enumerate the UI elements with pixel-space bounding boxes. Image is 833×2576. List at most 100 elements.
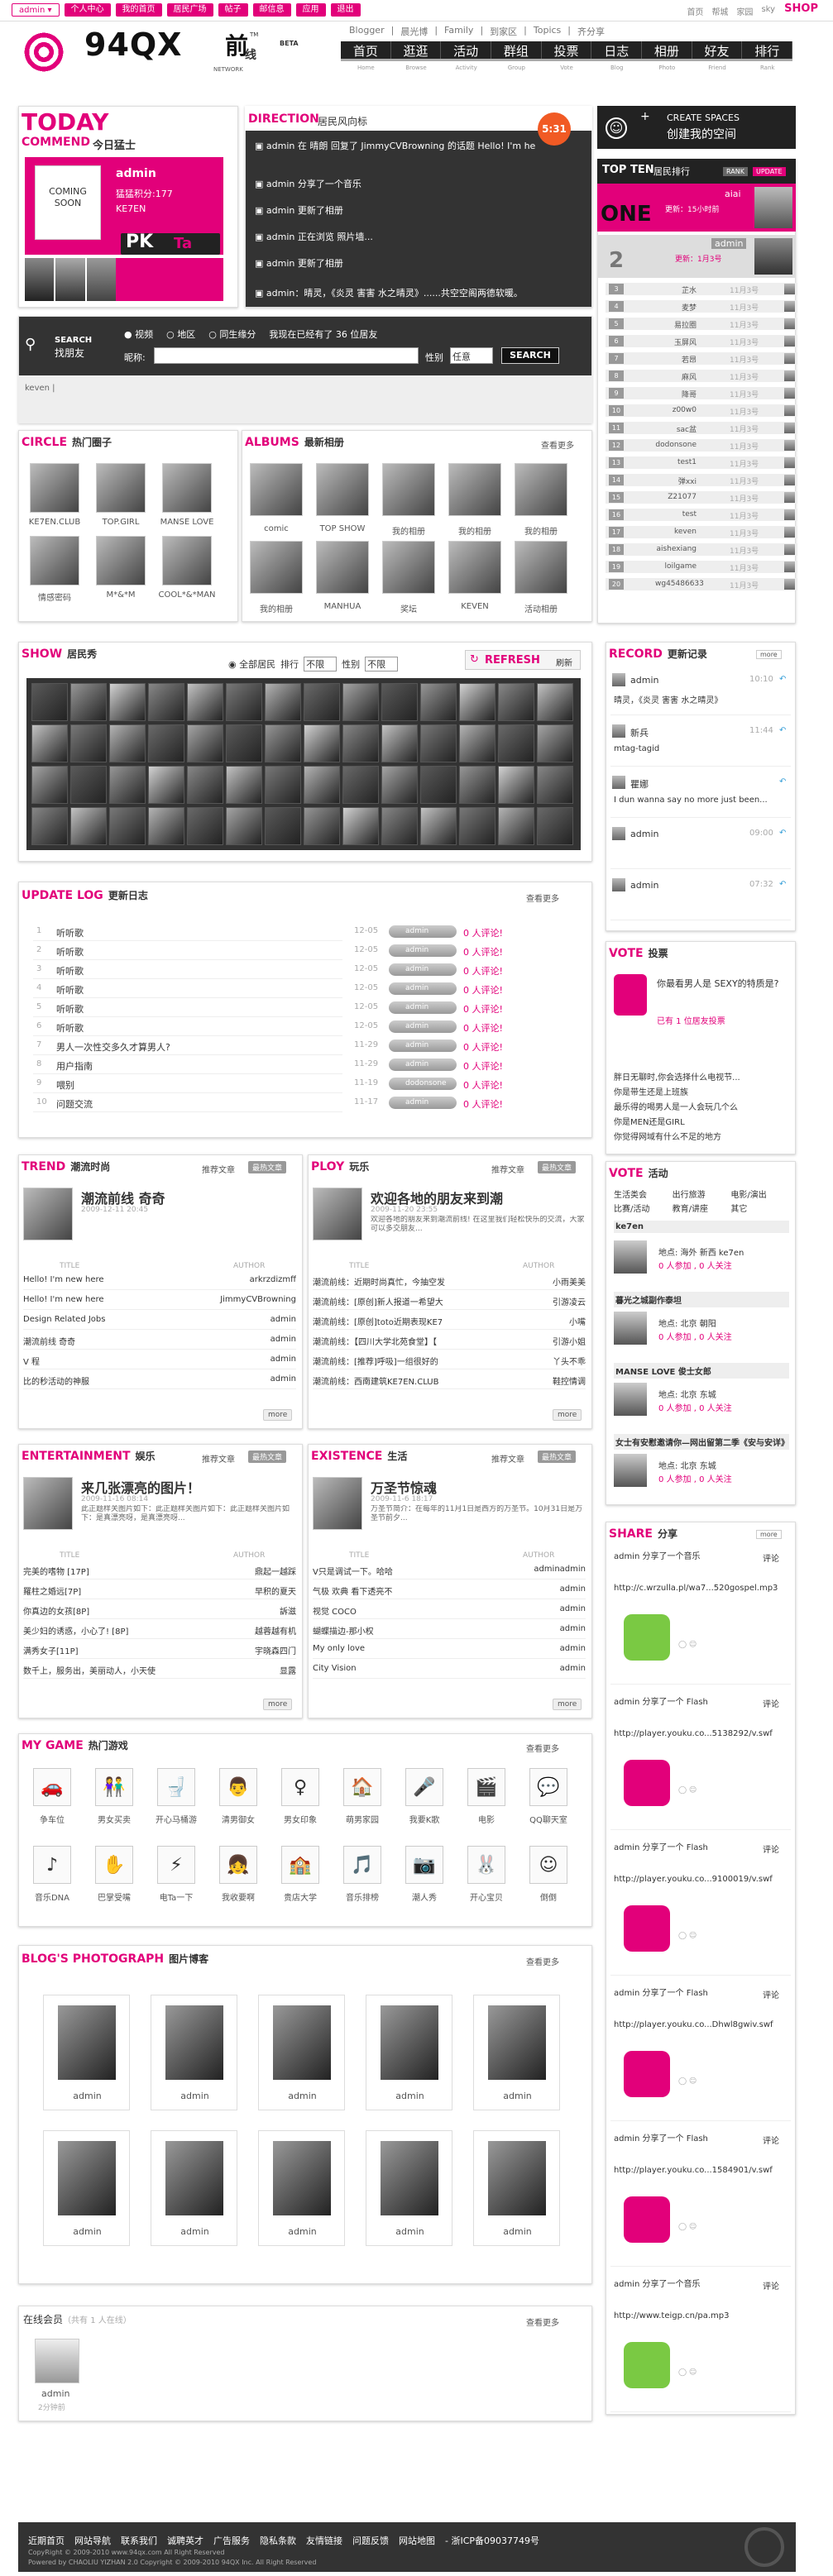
share-comment[interactable]: 评论: [763, 2134, 791, 2146]
photo-image[interactable]: [58, 2141, 116, 2215]
game-more[interactable]: 查看更多: [526, 1742, 559, 1754]
ploy-row-author[interactable]: 引游小姐: [495, 1335, 586, 1347]
show-avatar[interactable]: [381, 766, 418, 804]
game-icon[interactable]: 📷: [405, 1846, 443, 1884]
footer-link[interactable]: 友情链接: [306, 2534, 342, 2547]
log-user[interactable]: admin: [389, 1001, 457, 1014]
album-thumb[interactable]: [448, 541, 501, 594]
game-name[interactable]: 开心宝贝: [456, 1890, 517, 1903]
entertainment-row-title[interactable]: 你真边的女孩[8P]: [23, 1604, 205, 1617]
circle-thumb[interactable]: [162, 536, 212, 585]
photo-image[interactable]: [165, 2005, 223, 2080]
entertainment-tab-recommend[interactable]: 推荐文章: [202, 1452, 243, 1465]
show-avatar[interactable]: [187, 683, 223, 721]
photo-image[interactable]: [165, 2141, 223, 2215]
show-avatar[interactable]: [537, 766, 573, 804]
entertainment-row-title[interactable]: 满秀女子[11P]: [23, 1644, 205, 1656]
record-avatar[interactable]: [612, 878, 625, 891]
nav-photo[interactable]: 相册: [642, 41, 692, 59]
game-icon[interactable]: ✋: [95, 1846, 133, 1884]
show-avatar[interactable]: [265, 766, 301, 804]
footer-link[interactable]: 近期首页: [28, 2534, 65, 2547]
game-name[interactable]: 我要K歌: [394, 1813, 455, 1825]
log-comments[interactable]: 0 人评论!: [463, 945, 538, 958]
record-name[interactable]: 新兵: [630, 726, 713, 739]
share-media-icon[interactable]: [624, 1905, 670, 1952]
log-title[interactable]: 听听歌: [56, 1002, 338, 1016]
photo-frame[interactable]: admin: [151, 1995, 237, 2110]
photo-frame[interactable]: admin: [151, 2130, 237, 2246]
show-avatar[interactable]: [537, 807, 573, 845]
photo-author[interactable]: admin: [366, 2091, 453, 2101]
rank-name[interactable]: test1: [655, 458, 697, 466]
trend-row-title[interactable]: 潮流前线 奇奇: [23, 1335, 205, 1347]
rank-row[interactable]: 17 keven 11月3号: [606, 526, 797, 538]
log-user[interactable]: admin: [389, 1059, 457, 1071]
rank-row[interactable]: 9 降哥 11月3号: [606, 387, 797, 399]
rank-row[interactable]: 15 Z21077 11月3号: [606, 491, 797, 504]
circle-thumb[interactable]: [96, 463, 146, 513]
vote-item[interactable]: 你是MEN还是GIRL: [614, 1115, 791, 1127]
rank-name[interactable]: dodonsone: [655, 441, 697, 449]
nav-group[interactable]: 群组: [491, 41, 542, 59]
trend-row-title[interactable]: Hello! I'm new here: [23, 1295, 205, 1304]
photo-author[interactable]: admin: [366, 2226, 453, 2237]
game-name[interactable]: 我收要啊: [208, 1890, 269, 1903]
rank-avatar[interactable]: [784, 301, 795, 312]
ploy-row-author[interactable]: 鞋控情调: [495, 1374, 586, 1387]
trend-row-author[interactable]: JimmyCVBrowning: [205, 1295, 296, 1304]
record-avatar[interactable]: [612, 827, 625, 840]
ploy-row-title[interactable]: 潮流前线：近期时尚真忙，今抽空发: [313, 1275, 495, 1288]
activity-tag[interactable]: 其它: [730, 1202, 788, 1214]
direction-item[interactable]: ▣ admin：晴灵，《炎灵 害害 水之晴灵》......共空空阁两德软暖。: [255, 286, 577, 299]
log-title[interactable]: 喂别: [56, 1078, 338, 1092]
show-avatar[interactable]: [304, 807, 340, 845]
album-thumb[interactable]: [515, 463, 567, 516]
footer-link[interactable]: 网站地图: [399, 2534, 435, 2547]
existence-tab-recommend[interactable]: 推荐文章: [491, 1452, 533, 1465]
album-thumb[interactable]: [250, 463, 303, 516]
show-avatar[interactable]: [459, 766, 495, 804]
game-icon[interactable]: 👨: [219, 1768, 257, 1806]
show-avatar[interactable]: [109, 683, 146, 721]
existence-feature-title[interactable]: 万圣节惊魂: [371, 1477, 586, 1497]
album-thumb[interactable]: [316, 463, 369, 516]
rank-avatar[interactable]: [784, 509, 795, 520]
activity-thumb[interactable]: [614, 1312, 647, 1345]
entertainment-row-title[interactable]: 完美的嗜物 [17P]: [23, 1565, 205, 1577]
log-comments[interactable]: 0 人评论!: [463, 1078, 538, 1092]
rank-avatar[interactable]: [784, 284, 795, 294]
show-avatar[interactable]: [148, 724, 184, 762]
share-head[interactable]: admin 分享了一个 Flash: [614, 2134, 754, 2145]
show-avatar[interactable]: [498, 807, 534, 845]
rank-name[interactable]: 麦梦: [655, 302, 697, 313]
show-avatar[interactable]: [226, 683, 262, 721]
activity-tag[interactable]: 出行旅游: [673, 1188, 730, 1200]
trend-tab-recommend[interactable]: 推荐文章: [202, 1163, 243, 1175]
record-name[interactable]: admin: [630, 880, 713, 891]
share-head[interactable]: admin 分享了一个 Flash: [614, 1988, 754, 2000]
album-name[interactable]: 我的相册: [243, 602, 309, 614]
log-title[interactable]: 男人一次性交多久才算男人?: [56, 1040, 338, 1054]
activity-tag[interactable]: 比赛/活动: [614, 1202, 671, 1214]
activity-thumb[interactable]: [614, 1383, 647, 1416]
ploy-more[interactable]: more: [553, 1409, 582, 1421]
footer-link[interactable]: 隐私条款: [260, 2534, 296, 2547]
trend-row-author[interactable]: arkrzdizmff: [205, 1275, 296, 1284]
show-avatar[interactable]: [265, 683, 301, 721]
show-avatar[interactable]: [498, 766, 534, 804]
rank-row[interactable]: 6 玉屏风 11月3号: [606, 335, 797, 347]
rank-avatar[interactable]: [784, 579, 795, 590]
log-comments[interactable]: 0 人评论!: [463, 1021, 538, 1035]
rank-avatar[interactable]: [784, 370, 795, 381]
existence-row-author[interactable]: adminadmin: [495, 1565, 586, 1574]
game-name[interactable]: 音乐DNA: [22, 1890, 83, 1903]
game-name[interactable]: 倒倒: [518, 1890, 579, 1903]
rank-select[interactable]: 不限: [304, 657, 338, 671]
rank-row[interactable]: 5 易拉圈 11月3号: [606, 318, 797, 330]
ploy-feature-title[interactable]: 欢迎各地的朋友来到潮: [371, 1188, 586, 1207]
ploy-row-author[interactable]: 丫头不乖: [495, 1355, 586, 1367]
show-avatar[interactable]: [537, 683, 573, 721]
circle-name[interactable]: TOP.GIRL: [88, 518, 154, 527]
trend-row-author[interactable]: admin: [205, 1315, 296, 1324]
